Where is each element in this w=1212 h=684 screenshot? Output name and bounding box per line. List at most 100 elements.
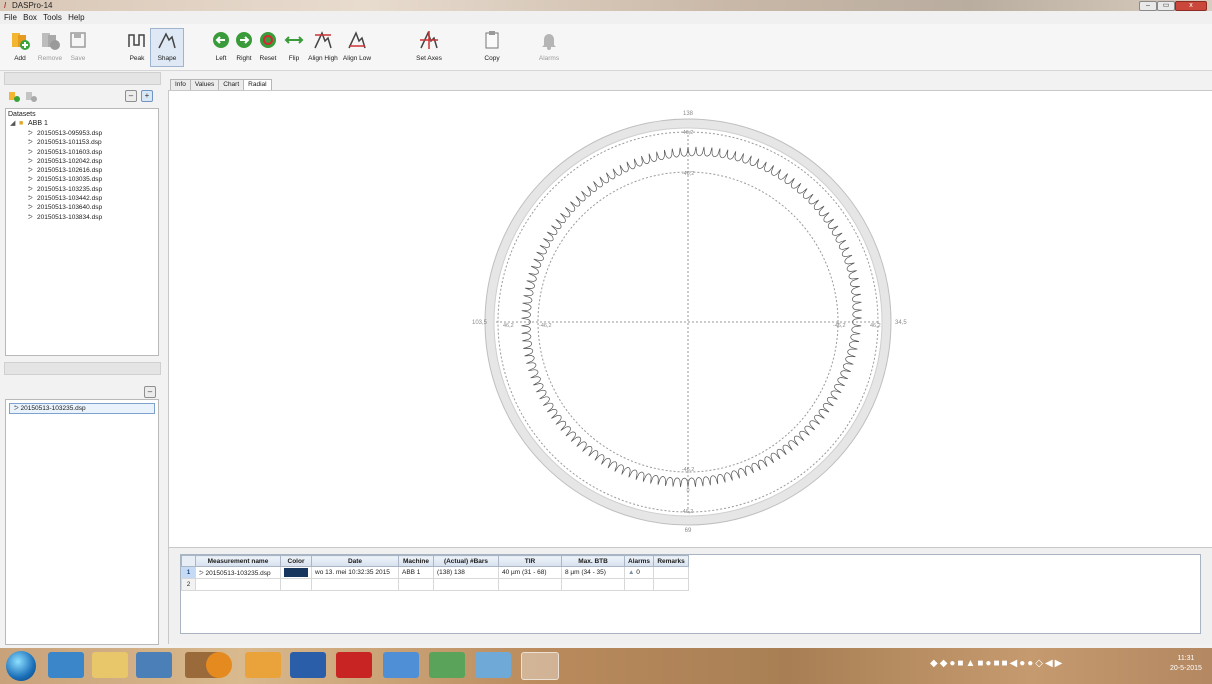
- shape-button[interactable]: Shape: [150, 28, 184, 67]
- tab-values[interactable]: Values: [189, 79, 220, 90]
- selection-toolbar: –: [5, 384, 158, 398]
- row-number[interactable]: 1: [181, 566, 196, 579]
- row-number[interactable]: 2: [181, 578, 196, 591]
- start-button[interactable]: [6, 651, 36, 681]
- tab-info[interactable]: Info: [170, 79, 191, 90]
- chrome-icon[interactable]: [206, 652, 232, 678]
- selected-measurement-item[interactable]: ᕗ 20150513-103235.dsp: [9, 403, 155, 414]
- tree-item-file[interactable]: ᕗ 20150513-101603.dsp: [6, 148, 158, 157]
- maximize-button[interactable]: ▭: [1157, 1, 1175, 11]
- shape-file-icon: ᕗ: [28, 148, 33, 156]
- cell-alarms[interactable]: [623, 578, 655, 591]
- cell-color[interactable]: [280, 566, 312, 579]
- copy-button[interactable]: Copy: [476, 29, 508, 62]
- folder-app-icon[interactable]: [383, 652, 419, 678]
- cell-alarms[interactable]: ▲ 0: [623, 566, 655, 579]
- column-header-tir[interactable]: TIR: [498, 555, 562, 567]
- align-low-button[interactable]: Align Low: [341, 29, 373, 62]
- column-header-remarks[interactable]: Remarks: [653, 555, 690, 567]
- table-row[interactable]: 1 ᕗ 20150513-103235.dsp wo 13. mei 10:32…: [181, 566, 690, 579]
- internet-explorer-icon[interactable]: [48, 652, 84, 678]
- column-header-bars[interactable]: (Actual) #Bars: [433, 555, 499, 567]
- expand-all-button[interactable]: +: [141, 90, 153, 102]
- daspro-taskbar-icon[interactable]: [521, 652, 559, 680]
- tree-item-file[interactable]: ᕗ 20150513-102042.dsp: [6, 157, 158, 166]
- alarm-bell-icon: ▲: [628, 569, 637, 576]
- menu-box[interactable]: Box: [23, 13, 37, 22]
- tree-item-file[interactable]: ᕗ 20150513-102616.dsp: [6, 166, 158, 175]
- outlook-icon[interactable]: [245, 652, 281, 678]
- tab-chart[interactable]: Chart: [218, 79, 245, 90]
- minimize-button[interactable]: –: [1139, 1, 1157, 11]
- tree-item-file[interactable]: ᕗ 20150513-103834.dsp: [6, 213, 158, 222]
- close-button[interactable]: x: [1175, 1, 1207, 11]
- column-header-date[interactable]: Date: [311, 555, 399, 567]
- tree-item-label: 20150513-103640.dsp: [37, 204, 103, 212]
- datasets-toolbar: – +: [5, 87, 158, 105]
- save-icon: [70, 32, 86, 48]
- tree-item-file[interactable]: ᕗ 20150513-103640.dsp: [6, 203, 158, 212]
- cell-max-btb[interactable]: 8 µm (34 - 35): [561, 566, 625, 579]
- menu-file[interactable]: File: [4, 13, 17, 22]
- cell-remarks[interactable]: [653, 578, 690, 591]
- cell-tir[interactable]: [498, 578, 562, 591]
- align-high-button[interactable]: Align High: [307, 29, 339, 62]
- menu-tools[interactable]: Tools: [43, 13, 62, 22]
- radial-view: 138 69 103,5 34,5 46,2 -46,2 -46,2 0 46,…: [168, 90, 1212, 548]
- cell-bars[interactable]: (138) 138: [433, 566, 499, 579]
- cell-machine[interactable]: [398, 578, 434, 591]
- remove-selection-button[interactable]: –: [144, 386, 156, 398]
- cell-remarks[interactable]: [653, 566, 690, 579]
- tree-item-file[interactable]: ᕗ 20150513-095953.dsp: [6, 129, 158, 138]
- column-header-max-btb[interactable]: Max. BTB: [561, 555, 625, 567]
- system-tray[interactable]: ◆◆●■▲■●■■◀●●◇◀▶: [930, 658, 1064, 669]
- word-icon[interactable]: [290, 652, 326, 678]
- shape-file-icon: ᕗ: [28, 157, 33, 165]
- cell-tir[interactable]: 40 µm (31 - 68): [498, 566, 562, 579]
- cell-measurement-name[interactable]: [195, 578, 281, 591]
- expand-arrow-icon[interactable]: ◢: [10, 119, 19, 129]
- column-header-machine[interactable]: Machine: [398, 555, 434, 567]
- cell-date[interactable]: [311, 578, 399, 591]
- measurements-table: Measurement name Color Date Machine (Act…: [181, 555, 690, 591]
- media-player-icon[interactable]: [136, 652, 172, 678]
- peak-button[interactable]: Peak: [121, 29, 153, 62]
- tree-item-file[interactable]: ᕗ 20150513-101153.dsp: [6, 138, 158, 147]
- cell-color[interactable]: [280, 578, 312, 591]
- tree-root-abb1[interactable]: ◢ ■ ABB 1: [6, 119, 158, 129]
- table-row[interactable]: 2: [181, 578, 690, 591]
- column-header-name[interactable]: Measurement name: [195, 555, 281, 567]
- remote-desktop-icon[interactable]: [475, 652, 511, 678]
- add-dataset-icon[interactable]: [8, 90, 20, 102]
- add-button[interactable]: Add: [4, 29, 36, 62]
- set-axes-button[interactable]: Set Axes: [413, 29, 445, 62]
- remove-dataset-icon[interactable]: [25, 90, 37, 102]
- spreadsheet-app-icon[interactable]: [429, 652, 465, 678]
- cell-max-btb[interactable]: [561, 578, 625, 591]
- column-header-alarms[interactable]: Alarms: [623, 555, 655, 567]
- tree-item-file[interactable]: ᕗ 20150513-103235.dsp: [6, 185, 158, 194]
- flip-button[interactable]: Flip: [278, 29, 310, 62]
- cell-machine[interactable]: ABB 1: [398, 566, 434, 579]
- cell-measurement-name[interactable]: ᕗ 20150513-103235.dsp: [195, 566, 281, 579]
- align-low-icon: [348, 31, 366, 49]
- tree-item-label: 20150513-103834.dsp: [37, 213, 103, 221]
- file-explorer-icon[interactable]: [92, 652, 128, 678]
- ring-label-center: 0: [686, 488, 689, 494]
- tree-item-label: 20150513-101603.dsp: [37, 148, 103, 156]
- save-button[interactable]: Save: [62, 29, 94, 62]
- alarms-button[interactable]: Alarms: [533, 29, 565, 62]
- tree-item-file[interactable]: ᕗ 20150513-103035.dsp: [6, 175, 158, 184]
- menu-help[interactable]: Help: [68, 13, 84, 22]
- tree-item-file[interactable]: ᕗ 20150513-103442.dsp: [6, 194, 158, 203]
- color-swatch[interactable]: [284, 568, 308, 577]
- acrobat-icon[interactable]: [336, 652, 372, 678]
- column-header-color[interactable]: Color: [280, 555, 312, 567]
- tree-item-label: 20150513-095953.dsp: [37, 130, 103, 137]
- cell-bars[interactable]: [433, 578, 499, 591]
- taskbar-clock[interactable]: 11:31 20-5-2015: [1170, 654, 1202, 674]
- shape-file-icon: ᕗ: [28, 213, 33, 221]
- ring-label-bottom-outer: 46,2: [683, 509, 694, 515]
- cell-date[interactable]: wo 13. mei 10:32:35 2015: [311, 566, 399, 579]
- collapse-all-button[interactable]: –: [125, 90, 137, 102]
